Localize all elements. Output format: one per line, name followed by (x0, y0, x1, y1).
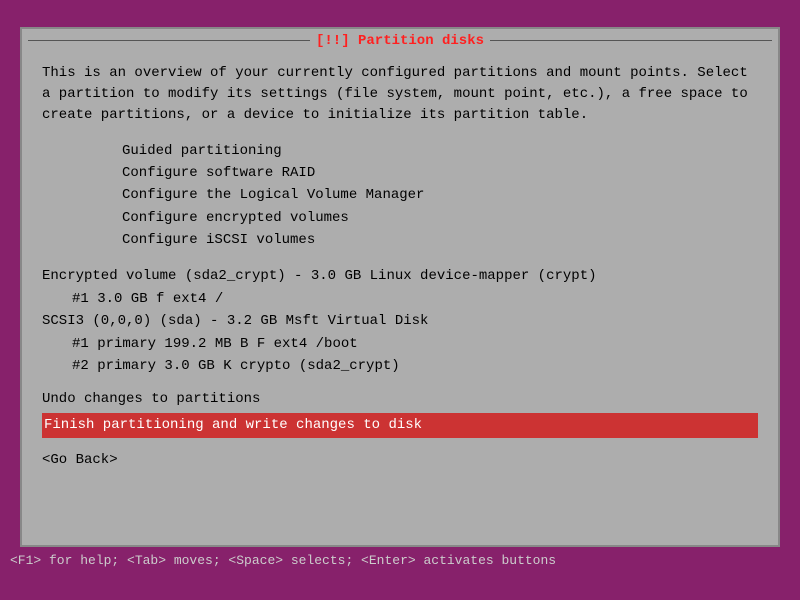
action-items: Undo changes to partitions Finish partit… (42, 387, 758, 437)
title-line-right (490, 40, 772, 41)
title-line-left (28, 40, 310, 41)
scsi-header[interactable]: SCSI3 (0,0,0) (sda) - 3.2 GB Msft Virtua… (42, 310, 758, 332)
menu-item-guided[interactable]: Guided partitioning (122, 140, 758, 162)
status-bar: <F1> for help; <Tab> moves; <Space> sele… (0, 547, 800, 574)
go-back-button[interactable]: <Go Back> (42, 452, 758, 468)
main-window: [!!] Partition disks This is an overview… (20, 27, 780, 547)
menu-item-iscsi[interactable]: Configure iSCSI volumes (122, 229, 758, 251)
menu-item-lvm[interactable]: Configure the Logical Volume Manager (122, 184, 758, 206)
encrypted-volume-header[interactable]: Encrypted volume (sda2_crypt) - 3.0 GB L… (42, 265, 758, 287)
scsi-entry-1[interactable]: #1 primary 199.2 MB B F ext4 /boot (72, 333, 758, 355)
partition-info: Encrypted volume (sda2_crypt) - 3.0 GB L… (42, 265, 758, 377)
description-text: This is an overview of your currently co… (42, 63, 758, 126)
menu-list: Guided partitioning Configure software R… (122, 140, 758, 252)
menu-item-encrypted[interactable]: Configure encrypted volumes (122, 207, 758, 229)
title-bar: [!!] Partition disks (22, 29, 778, 53)
scsi-entry-2[interactable]: #2 primary 3.0 GB K crypto (sda2_crypt) (72, 355, 758, 377)
finish-action[interactable]: Finish partitioning and write changes to… (42, 413, 758, 438)
enc-entry-1[interactable]: #1 3.0 GB f ext4 / (72, 288, 758, 310)
finish-action-label[interactable]: Finish partitioning and write changes to… (42, 413, 758, 438)
window-title: [!!] Partition disks (316, 33, 484, 49)
undo-action[interactable]: Undo changes to partitions (42, 387, 758, 412)
content-area: This is an overview of your currently co… (22, 53, 778, 545)
menu-item-raid[interactable]: Configure software RAID (122, 162, 758, 184)
